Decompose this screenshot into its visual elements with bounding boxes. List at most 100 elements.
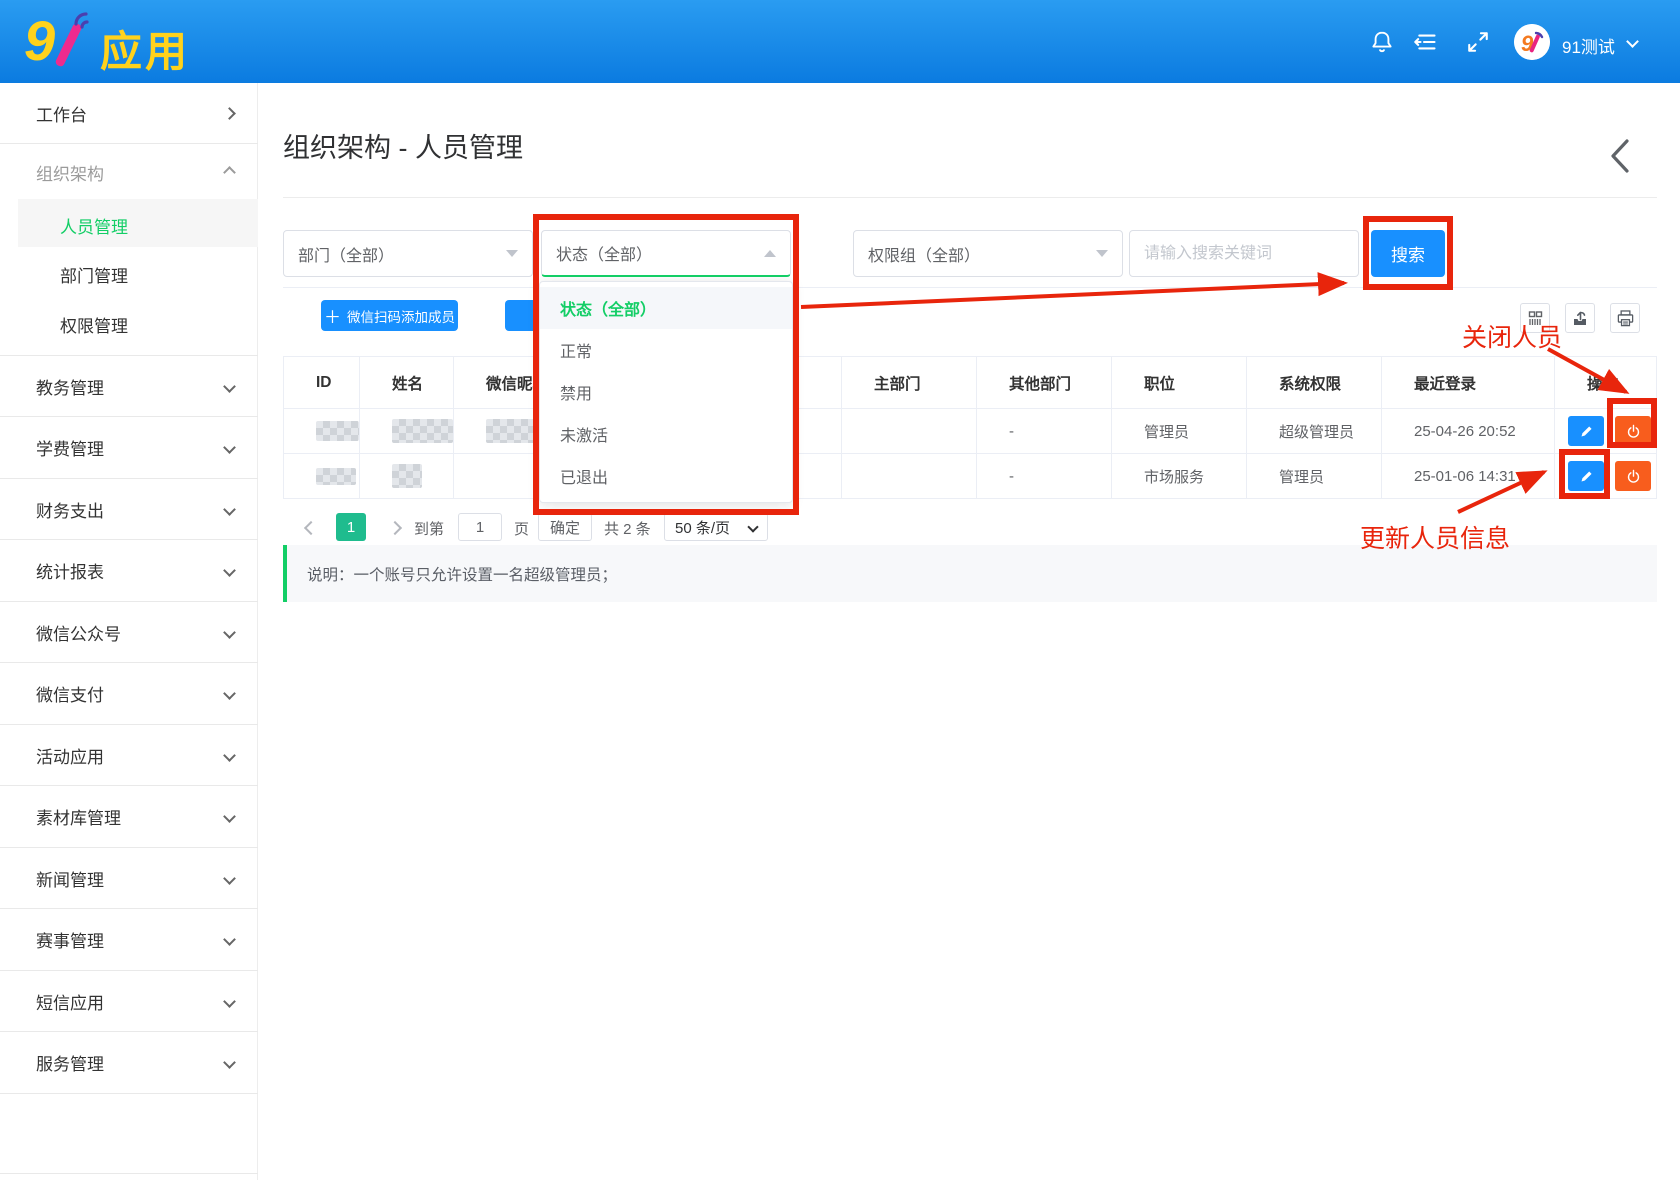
cell-position: 管理员 bbox=[1112, 409, 1247, 454]
back-chevron-icon[interactable] bbox=[1610, 138, 1630, 174]
col-header-system-permission: 系统权限 bbox=[1247, 357, 1382, 409]
page-title: 组织架构 - 人员管理 bbox=[283, 126, 523, 165]
chevron-right-icon bbox=[388, 521, 402, 535]
col-header-name: 姓名 bbox=[360, 357, 454, 409]
plus-icon: ＋ bbox=[324, 303, 341, 328]
per-page-select[interactable]: 50 条/页 bbox=[664, 513, 768, 541]
status-option-all[interactable]: 状态（全部） bbox=[540, 287, 792, 329]
cell-position: 市场服务 bbox=[1112, 454, 1247, 499]
top-bar: 9 应用 9 91测试 bbox=[0, 0, 1680, 83]
cell-actions bbox=[1555, 454, 1657, 499]
sidebar-item-wechat-pay[interactable]: 微信支付 bbox=[0, 664, 258, 725]
user-avatar[interactable]: 9 bbox=[1514, 24, 1550, 60]
sidebar: 工作台 组织架构 人员管理 部门管理 权限管理 教务管理 学费管理 财务支出 统… bbox=[0, 83, 258, 1180]
cell-main-dept bbox=[842, 454, 977, 499]
confirm-page-button[interactable]: 确定 bbox=[538, 513, 592, 541]
disable-member-button[interactable] bbox=[1615, 461, 1651, 491]
caret-down-icon bbox=[1096, 250, 1108, 257]
button-label: 微信扫码添加成员 bbox=[347, 306, 455, 326]
search-input[interactable] bbox=[1129, 230, 1359, 277]
app-logo[interactable]: 9 应用 bbox=[24, 10, 254, 74]
sidebar-item-permission[interactable]: 权限管理 bbox=[60, 312, 128, 337]
sidebar-item-department[interactable]: 部门管理 bbox=[60, 262, 128, 287]
grid-columns-icon bbox=[1527, 310, 1544, 327]
sidebar-item-academic[interactable]: 教务管理 bbox=[0, 356, 258, 417]
sidebar-item-activity[interactable]: 活动应用 bbox=[0, 725, 258, 786]
fullscreen-icon[interactable] bbox=[1464, 28, 1492, 56]
print-button[interactable] bbox=[1610, 303, 1640, 333]
status-option-exited[interactable]: 已退出 bbox=[540, 455, 792, 497]
sidebar-item-label: 服务管理 bbox=[36, 1050, 104, 1075]
sidebar-item-label: 教务管理 bbox=[36, 374, 104, 399]
sidebar-item-label: 新闻管理 bbox=[36, 866, 104, 891]
sidebar-item-events[interactable]: 赛事管理 bbox=[0, 910, 258, 971]
caret-up-icon bbox=[764, 250, 776, 257]
sidebar-item-label: 财务支出 bbox=[36, 497, 104, 522]
chevron-down-icon bbox=[223, 687, 236, 700]
permission-group-select[interactable]: 权限组（全部） bbox=[853, 230, 1123, 277]
cell-id bbox=[283, 409, 360, 454]
col-header-position: 职位 bbox=[1112, 357, 1247, 409]
sidebar-active-highlight bbox=[18, 199, 258, 247]
sidebar-item-wechat-official[interactable]: 微信公众号 bbox=[0, 602, 258, 663]
page-jump-input[interactable] bbox=[458, 513, 502, 541]
user-name[interactable]: 91测试 bbox=[1562, 33, 1615, 58]
export-button[interactable] bbox=[1565, 303, 1595, 333]
status-select[interactable]: 状态（全部） bbox=[541, 230, 791, 277]
chevron-down-icon bbox=[223, 749, 236, 762]
per-page-value: 50 条/页 bbox=[675, 517, 730, 538]
cell-other-dept: - bbox=[977, 454, 1112, 499]
cell-id bbox=[283, 454, 360, 499]
caret-down-icon bbox=[506, 250, 518, 257]
avatar-logo-icon: 9 bbox=[1514, 24, 1550, 60]
sidebar-item-label: 微信支付 bbox=[36, 681, 104, 706]
sidebar-item-finance[interactable]: 财务支出 bbox=[0, 479, 258, 540]
chevron-right-icon bbox=[223, 107, 236, 120]
sidebar-item-personnel[interactable]: 人员管理 bbox=[60, 213, 128, 238]
chevron-down-icon bbox=[223, 626, 236, 639]
page-number-button[interactable]: 1 bbox=[336, 513, 366, 541]
chevron-down-icon bbox=[223, 872, 236, 885]
chevron-up-icon bbox=[223, 166, 236, 179]
sidebar-item-tuition[interactable]: 学费管理 bbox=[0, 418, 258, 479]
department-select[interactable]: 部门（全部） bbox=[283, 230, 533, 277]
sidebar-item-label: 工作台 bbox=[36, 101, 87, 126]
cell-permission: 管理员 bbox=[1247, 454, 1382, 499]
chevron-down-icon bbox=[747, 521, 758, 532]
user-chevron-down-icon[interactable] bbox=[1626, 35, 1639, 48]
panel-top-border bbox=[283, 287, 1657, 288]
cell-last-login: 25-04-26 20:52 bbox=[1382, 409, 1555, 454]
sidebar-item-sms[interactable]: 短信应用 bbox=[0, 971, 258, 1032]
sidebar-item-label: 统计报表 bbox=[36, 558, 104, 583]
disable-member-button[interactable] bbox=[1615, 416, 1651, 446]
sidebar-item-workbench[interactable]: 工作台 bbox=[0, 83, 258, 144]
sidebar-item-material[interactable]: 素材库管理 bbox=[0, 787, 258, 848]
add-member-by-wechat-scan-button[interactable]: ＋ 微信扫码添加成员 bbox=[321, 300, 458, 331]
sidebar-item-reports[interactable]: 统计报表 bbox=[0, 541, 258, 602]
power-icon bbox=[1625, 423, 1642, 440]
sidebar-item-service[interactable]: 服务管理 bbox=[0, 1033, 258, 1094]
app-root: 9 应用 9 91测试 bbox=[0, 0, 1680, 1180]
cell-last-login: 25-01-06 14:31 bbox=[1382, 454, 1555, 499]
sidebar-item-news[interactable]: 新闻管理 bbox=[0, 848, 258, 909]
next-page-button[interactable] bbox=[390, 520, 400, 538]
chevron-down-icon bbox=[223, 995, 236, 1008]
status-option-inactive[interactable]: 未激活 bbox=[540, 413, 792, 455]
note-banner: 说明：一个账号只允许设置一名超级管理员； bbox=[283, 545, 1657, 602]
status-option-disabled[interactable]: 禁用 bbox=[540, 371, 792, 413]
column-settings-button[interactable] bbox=[1520, 303, 1550, 333]
collapse-menu-icon[interactable] bbox=[1410, 28, 1438, 56]
logo-text: 应用 bbox=[100, 18, 190, 79]
logo-signal-icon bbox=[70, 8, 100, 34]
pencil-icon bbox=[1579, 424, 1594, 439]
status-option-normal[interactable]: 正常 bbox=[540, 329, 792, 371]
prev-page-button[interactable] bbox=[306, 520, 316, 538]
notification-bell-icon[interactable] bbox=[1368, 28, 1396, 56]
department-select-value: 部门（全部） bbox=[298, 242, 394, 266]
edit-member-button[interactable] bbox=[1568, 461, 1604, 491]
chevron-down-icon bbox=[223, 380, 236, 393]
sidebar-item-org-structure[interactable]: 组织架构 bbox=[0, 144, 258, 201]
search-button[interactable]: 搜索 bbox=[1371, 230, 1445, 277]
redacted-id bbox=[316, 468, 356, 485]
edit-member-button[interactable] bbox=[1568, 416, 1604, 446]
